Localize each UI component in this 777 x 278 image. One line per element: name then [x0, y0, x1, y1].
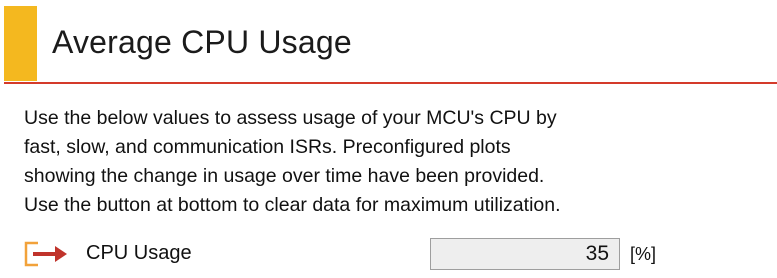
- cpu-usage-value: 35: [585, 242, 609, 265]
- header-divider: [4, 82, 777, 84]
- description-line: Use the below values to assess usage of …: [24, 107, 557, 129]
- cpu-usage-label: CPU Usage: [86, 242, 192, 264]
- link-arrow-icon[interactable]: [24, 240, 68, 268]
- section-header: Average CPU Usage: [0, 6, 777, 84]
- description-text: Use the below values to assess usage of …: [24, 104, 764, 220]
- description-line: Use the button at bottom to clear data f…: [24, 194, 561, 216]
- cpu-usage-value-field: 35: [430, 238, 620, 270]
- description-line: showing the change in usage over time ha…: [24, 165, 545, 187]
- cpu-usage-unit: [%]: [630, 244, 657, 264]
- page-title: Average CPU Usage: [52, 24, 352, 60]
- cpu-usage-row: CPU Usage 35 [%]: [0, 236, 777, 278]
- cpu-usage-panel: Average CPU Usage Use the below values t…: [0, 0, 777, 278]
- description-line: fast, slow, and communication ISRs. Prec…: [24, 136, 511, 158]
- header-accent-bar: [4, 6, 37, 81]
